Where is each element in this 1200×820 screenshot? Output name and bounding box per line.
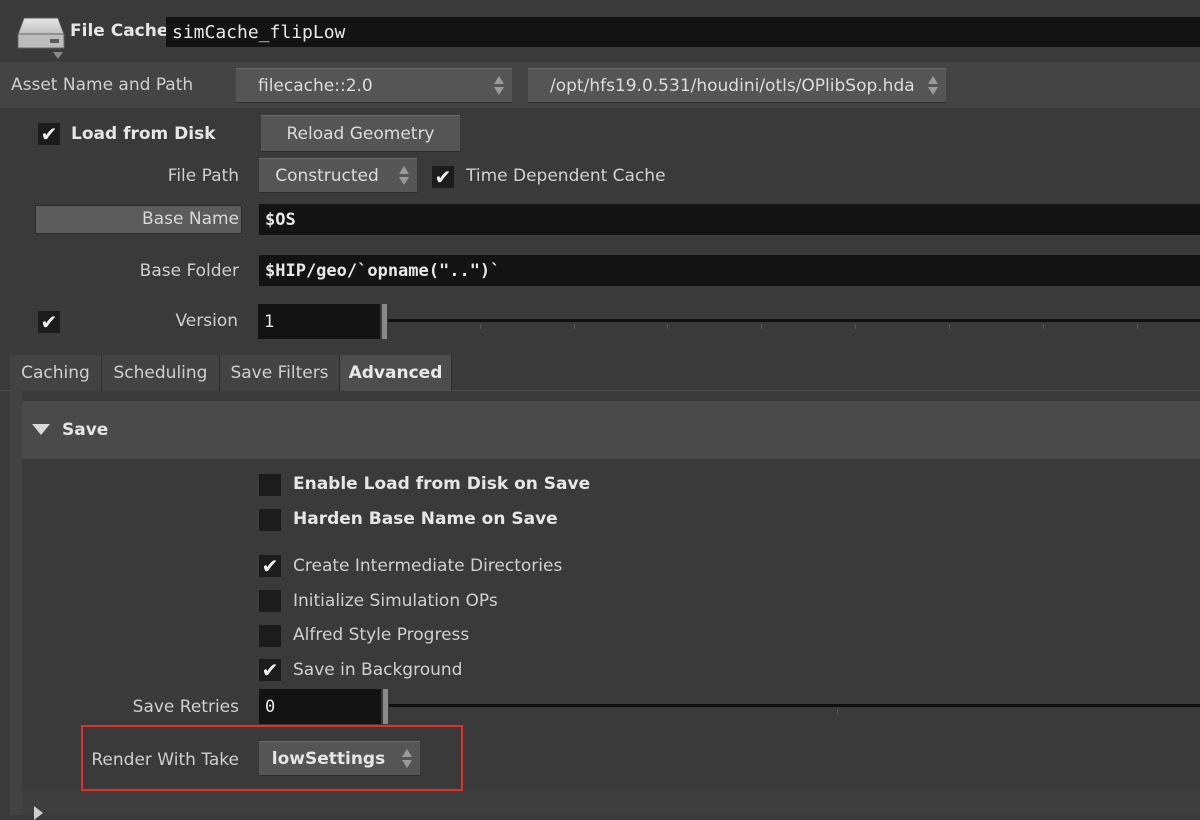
save-retries-slider-handle[interactable]: [383, 689, 388, 724]
triangle-right-icon[interactable]: [34, 806, 43, 820]
save-retries-label: Save Retries: [132, 697, 239, 717]
load-from-disk-checkbox[interactable]: ✔: [38, 123, 60, 145]
file-path-dropdown[interactable]: Constructed: [259, 158, 417, 193]
asset-name-value: filecache::2.0: [258, 75, 373, 96]
initialize-sim-ops-label: Initialize Simulation OPs: [293, 591, 498, 611]
create-intermediate-dirs-checkbox[interactable]: ✔: [259, 555, 281, 577]
version-slider-track[interactable]: [388, 319, 1200, 322]
updown-arrows-icon: [924, 69, 942, 102]
updown-arrows-icon: [490, 69, 508, 102]
checkmark-icon: ✔: [261, 658, 279, 682]
version-slider-ticks: [388, 324, 1200, 330]
render-take-dropdown[interactable]: lowSettings: [259, 741, 420, 776]
save-section-header[interactable]: [22, 401, 1200, 459]
next-section-header[interactable]: [22, 791, 1200, 815]
version-label: Version: [175, 311, 238, 331]
updown-arrows-icon: [398, 742, 416, 775]
node-type-label: File Cache: [70, 21, 169, 41]
triangle-down-icon[interactable]: [32, 424, 50, 435]
time-dependent-label: Time Dependent Cache: [466, 166, 666, 186]
save-section-title: Save: [62, 420, 109, 440]
asset-name-dropdown[interactable]: filecache::2.0: [236, 68, 512, 103]
load-from-disk-label: Load from Disk: [71, 124, 216, 144]
version-slider-handle[interactable]: [382, 304, 387, 339]
tab-caching[interactable]: Caching: [10, 355, 102, 391]
time-dependent-checkbox[interactable]: ✔: [432, 166, 454, 188]
asset-path-dropdown[interactable]: /opt/hfs19.0.531/houdini/otls/OPlibSop.h…: [528, 68, 946, 103]
render-take-label: Render With Take: [91, 750, 239, 770]
base-name-label: Base Name: [142, 209, 239, 229]
node-name-field[interactable]: simCache_flipLow: [166, 17, 1200, 47]
file-path-label: File Path: [167, 166, 239, 186]
checkmark-icon: ✔: [40, 310, 58, 334]
checkmark-icon: ✔: [434, 165, 452, 189]
tab-advanced[interactable]: Advanced: [340, 355, 452, 391]
base-folder-field[interactable]: $HIP/geo/`opname("..")`: [259, 255, 1200, 286]
save-retries-field[interactable]: 0: [259, 689, 381, 724]
hard-drive-icon[interactable]: [16, 14, 66, 60]
tab-scheduling[interactable]: Scheduling: [102, 355, 220, 391]
panel-left-border: [10, 391, 22, 815]
enable-load-on-save-label: Enable Load from Disk on Save: [293, 474, 591, 494]
tab-save-filters[interactable]: Save Filters: [220, 355, 340, 391]
render-take-value: lowSettings: [271, 748, 386, 769]
save-in-background-checkbox[interactable]: ✔: [259, 659, 281, 681]
base-name-field[interactable]: $OS: [259, 204, 1200, 235]
alfred-progress-label: Alfred Style Progress: [293, 625, 470, 645]
harden-base-name-checkbox[interactable]: [259, 509, 281, 531]
file-path-value: Constructed: [275, 165, 379, 186]
checkmark-icon: ✔: [261, 554, 279, 578]
asset-path-value: /opt/hfs19.0.531/houdini/otls/OPlibSop.h…: [550, 75, 915, 96]
save-in-background-label: Save in Background: [293, 660, 463, 680]
asset-label: Asset Name and Path: [11, 75, 194, 95]
save-retries-slider-tick: [837, 709, 838, 714]
alfred-progress-checkbox[interactable]: [259, 625, 281, 647]
enable-load-on-save-checkbox[interactable]: [259, 474, 281, 496]
base-folder-label: Base Folder: [139, 261, 239, 281]
reload-geometry-button[interactable]: Reload Geometry: [261, 115, 460, 152]
version-checkbox[interactable]: ✔: [38, 311, 60, 333]
checkmark-icon: ✔: [40, 122, 58, 146]
create-intermediate-dirs-label: Create Intermediate Directories: [293, 556, 563, 576]
harden-base-name-label: Harden Base Name on Save: [293, 509, 558, 529]
updown-arrows-icon: [395, 159, 413, 192]
save-retries-slider-track[interactable]: [389, 704, 1200, 707]
version-field[interactable]: 1: [258, 304, 380, 339]
initialize-sim-ops-checkbox[interactable]: [259, 590, 281, 612]
